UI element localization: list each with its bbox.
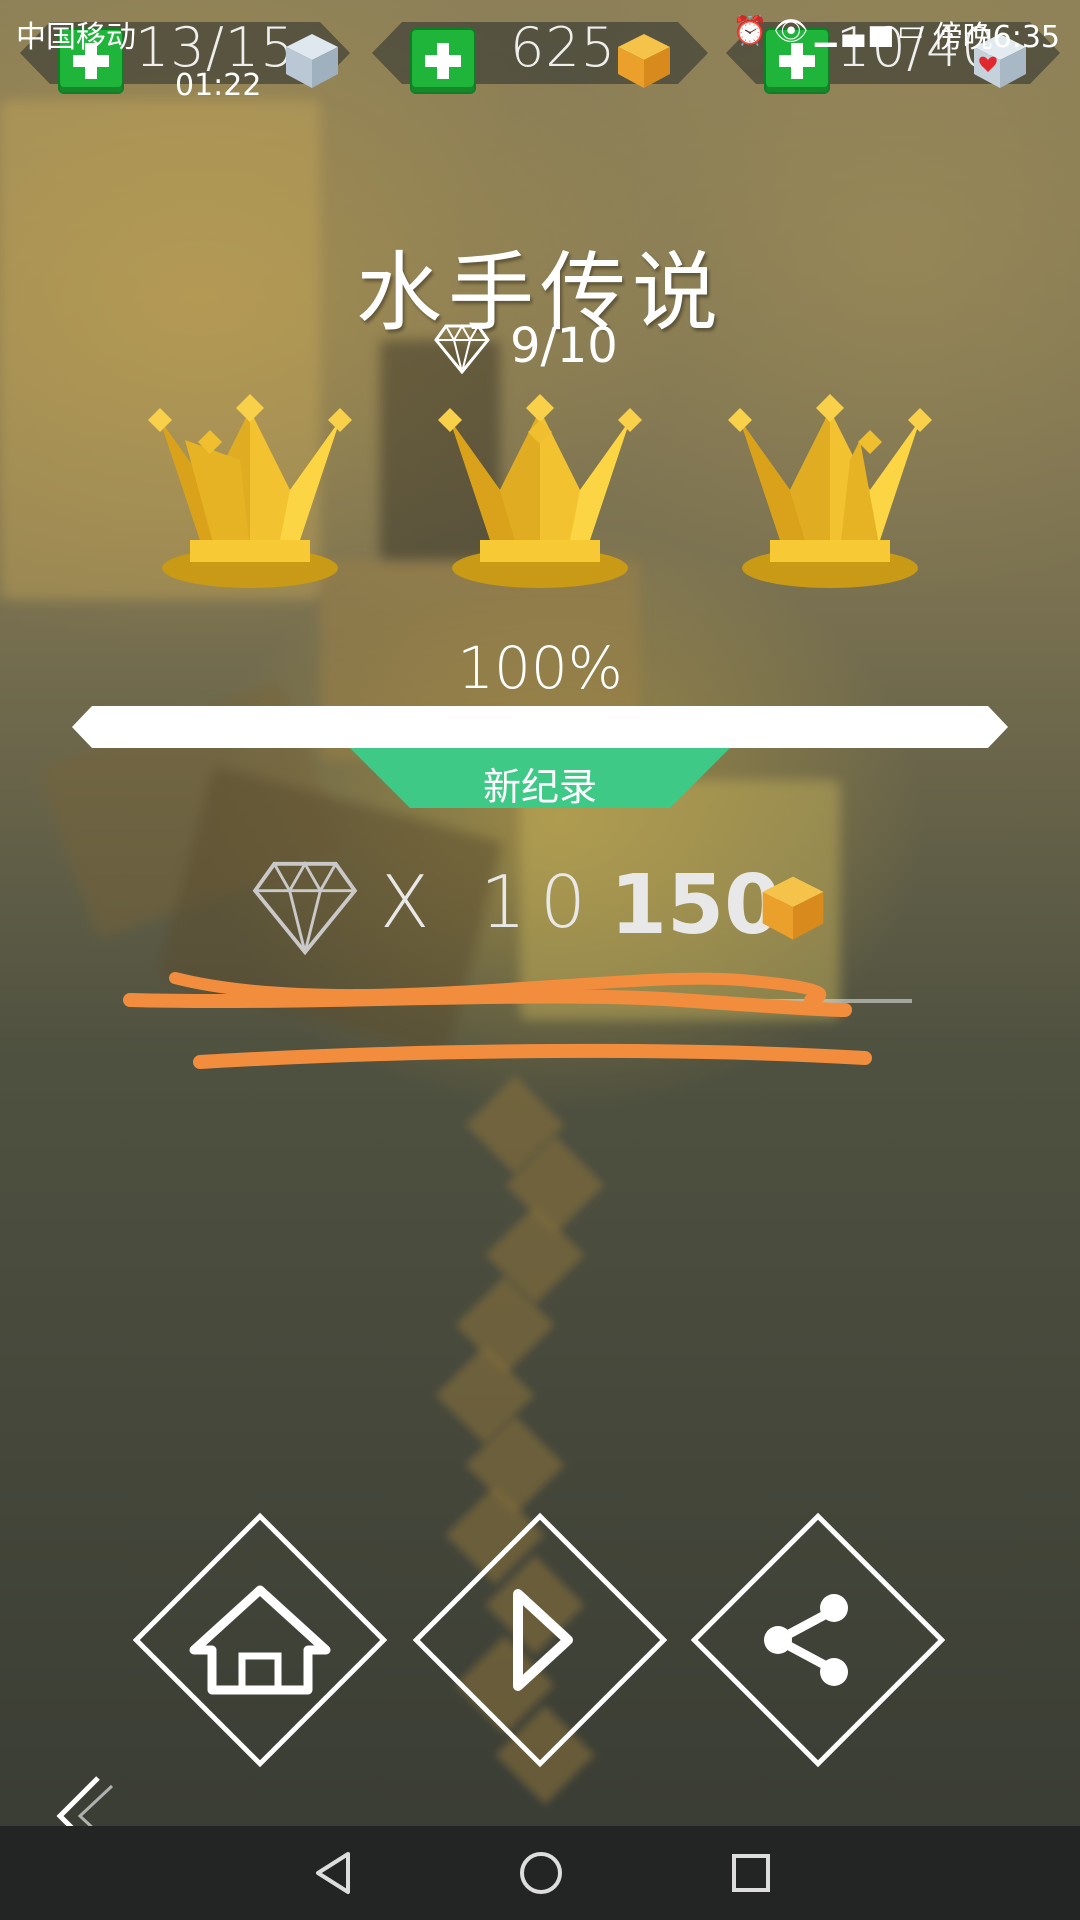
- nav-recents-icon[interactable]: [726, 1848, 776, 1898]
- gold-cube-icon: [762, 876, 824, 940]
- nav-back-icon[interactable]: [308, 1848, 358, 1898]
- redaction-scribble: [123, 972, 872, 1069]
- crown-icon: [438, 394, 642, 588]
- crown-icon: [148, 394, 352, 588]
- status-icons: ⏰👁▁▃▅▭: [733, 14, 931, 47]
- carrier-label: 中国移动: [16, 20, 136, 55]
- home-button[interactable]: [130, 1510, 390, 1770]
- status-bar: 中国移动 ⏰👁▁▃▅▭ 傍晚6:35: [0, 0, 1080, 62]
- reward-multiplier: X 10: [380, 860, 600, 944]
- battery-icon: ▭: [897, 14, 930, 47]
- alarm-icon: ⏰: [732, 14, 774, 47]
- home-icon: [189, 1585, 331, 1695]
- clock: 傍晚6:35: [932, 20, 1060, 55]
- reward-row: X 10 150: [250, 858, 850, 960]
- crown-rating: [0, 380, 1080, 610]
- hud-left-timer: 01:22: [175, 68, 262, 103]
- crown-icon: [728, 394, 932, 588]
- new-record-badge: 新纪录: [350, 748, 730, 808]
- completion-percent: 100%: [457, 634, 623, 702]
- play-icon: [513, 1589, 573, 1691]
- progress-bar: [72, 706, 1008, 748]
- replay-button[interactable]: [410, 1510, 670, 1770]
- share-button[interactable]: [688, 1510, 948, 1770]
- new-record-label: 新纪录: [482, 765, 597, 809]
- system-nav-bar: [0, 1826, 1080, 1920]
- eye-icon: 👁: [773, 14, 815, 47]
- share-icon: [764, 1594, 848, 1686]
- reward-amount: 150: [610, 858, 782, 953]
- signal-2g-icon: ▁▃▅: [814, 14, 898, 47]
- diamond-icon: [434, 324, 490, 374]
- gem-count-text: 9/10: [510, 318, 618, 374]
- nav-home-icon[interactable]: [516, 1848, 566, 1898]
- diamond-icon: [252, 860, 358, 956]
- gem-counter: 9/10: [430, 318, 690, 378]
- progress-fill: [72, 706, 1008, 748]
